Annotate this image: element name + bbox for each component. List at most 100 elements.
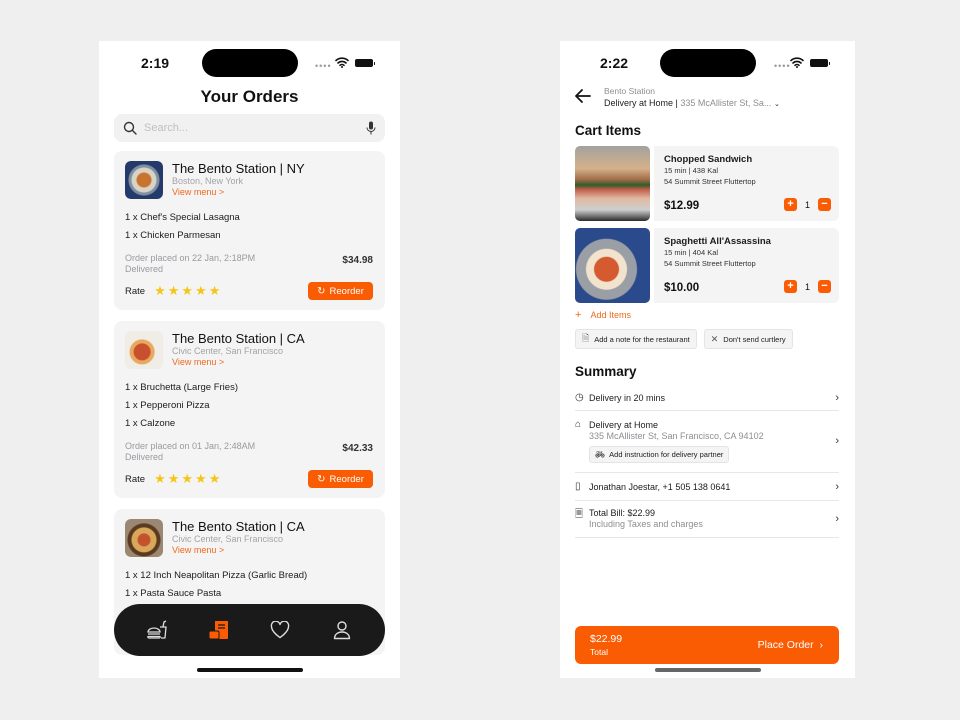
star-icon[interactable]: ★ xyxy=(168,472,180,486)
microphone-icon[interactable] xyxy=(366,121,376,135)
orders-list: The Bento Station | NY Boston, New York … xyxy=(114,151,385,666)
orders-screen: 2:19 •••• Your Orders The Bento Station … xyxy=(99,41,400,678)
phone-icon: ▯ xyxy=(575,481,581,492)
search-input[interactable] xyxy=(144,114,354,142)
wifi-icon xyxy=(790,57,804,68)
summary-row-address[interactable]: ⌂ Delivery at Home 335 McAllister St, Sa… xyxy=(575,411,839,473)
item-price: $10.00 xyxy=(664,282,700,294)
delivery-address: 335 McAllister St, San Francisco, CA 941… xyxy=(589,431,764,441)
chevron-right-icon: › xyxy=(835,512,839,525)
search-icon xyxy=(123,121,137,135)
orders-icon xyxy=(208,621,228,640)
restaurant-name: The Bento Station | CA xyxy=(172,331,305,346)
place-order-button[interactable]: $22.99 Total Place Order › xyxy=(575,626,839,664)
restaurant-thumbnail xyxy=(125,161,163,199)
view-menu-link[interactable]: View menu > xyxy=(172,357,305,368)
order-options: 🗎 Add a note for the restaurant ✕ Don't se… xyxy=(575,329,800,349)
star-icon[interactable]: ★ xyxy=(195,284,207,298)
cutlery-icon: ✕ xyxy=(710,333,719,344)
restaurant-location: Boston, New York xyxy=(172,176,244,186)
star-icon[interactable]: ★ xyxy=(195,472,207,486)
quantity-stepper: + 1 − xyxy=(783,198,831,211)
restaurant-location: Civic Center, San Francisco xyxy=(172,346,284,356)
chevron-down-icon: ⌄ xyxy=(773,101,780,108)
add-items-button[interactable]: + Add Items xyxy=(575,309,631,321)
restaurant-thumbnail xyxy=(125,519,163,557)
cart-list: Chopped Sandwich 15 min | 438 Kal 54 Sum… xyxy=(575,146,839,310)
order-item: 1 x Chicken Parmesan xyxy=(125,230,221,241)
restaurant-name: The Bento Station | CA xyxy=(172,519,305,534)
total-bill: Total Bill: $22.99 xyxy=(589,508,656,518)
place-order-label: Place Order › xyxy=(757,639,823,651)
bill-note: Including Taxes and charges xyxy=(589,519,703,529)
summary-row-bill[interactable]: 🗏 Total Bill: $22.99 Including Taxes and… xyxy=(575,501,839,538)
food-icon xyxy=(147,620,167,639)
star-icon[interactable]: ★ xyxy=(154,472,166,486)
status-time: 2:22 xyxy=(600,55,629,71)
order-total: $42.33 xyxy=(342,443,373,454)
no-cutlery-button[interactable]: ✕ Don't send curtlery xyxy=(703,329,793,349)
home-indicator xyxy=(654,668,761,672)
address-short: 335 McAllister St, Sa... xyxy=(680,98,772,108)
reorder-label: Reorder xyxy=(329,473,364,485)
view-menu-link[interactable]: View menu > xyxy=(172,545,305,556)
back-arrow-icon[interactable] xyxy=(574,88,592,104)
view-menu-link[interactable]: View menu > xyxy=(172,187,305,198)
order-item: 1 x Pepperoni Pizza xyxy=(125,400,210,411)
star-icon[interactable]: ★ xyxy=(181,472,193,486)
order-card: The Bento Station | NY Boston, New York … xyxy=(114,151,385,310)
profile-icon xyxy=(333,621,351,640)
delivery-address-selector[interactable]: Delivery at Home | 335 McAllister St, Sa… xyxy=(604,97,780,111)
summary-title: Summary xyxy=(575,364,637,379)
summary-row-contact[interactable]: ▯ Jonathan Joestar, +1 505 138 0641 › xyxy=(575,473,839,501)
tab-orders[interactable] xyxy=(204,615,234,645)
quantity-value: 1 xyxy=(804,199,810,210)
star-icon[interactable]: ★ xyxy=(209,284,221,298)
no-cutlery-label: Don't send curtlery xyxy=(723,334,786,344)
battery-icon xyxy=(355,59,375,67)
plus-icon: + xyxy=(575,309,582,321)
rating: Rate ★★★★★ xyxy=(125,472,222,486)
add-instruction-label: Add instruction for delivery partner xyxy=(609,450,724,459)
delivery-header[interactable]: Bento Station Delivery at Home | 335 McA… xyxy=(604,86,780,111)
item-meta: 15 min | 438 Kal xyxy=(664,166,719,175)
order-date: Order placed on 01 Jan, 2:48AM xyxy=(125,441,256,451)
tab-favorites[interactable] xyxy=(265,615,295,645)
increment-button[interactable]: + xyxy=(783,280,797,293)
cart-item: Chopped Sandwich 15 min | 438 Kal 54 Sum… xyxy=(575,146,839,221)
increment-button[interactable]: + xyxy=(783,198,797,211)
signal-icon: •••• xyxy=(774,61,791,71)
add-instruction-button[interactable]: 🚲︎ Add instruction for delivery partner xyxy=(589,446,730,463)
reorder-label: Reorder xyxy=(329,285,364,297)
item-name: Chopped Sandwich xyxy=(664,154,753,165)
order-status: Delivered xyxy=(125,264,164,274)
reorder-button[interactable]: ↻Reorder xyxy=(308,282,373,300)
item-meta: 15 min | 404 Kal xyxy=(664,248,719,257)
item-name: Spaghetti All'Assassina xyxy=(664,236,771,247)
order-card: The Bento Station | CA Civic Center, San… xyxy=(114,321,385,498)
order-item: 1 x 12 Inch Neapolitan Pizza (Garlic Bre… xyxy=(125,570,308,581)
summary-row-delivery-time[interactable]: ◷ Delivery in 20 mins › xyxy=(575,385,839,411)
star-icon[interactable]: ★ xyxy=(168,284,180,298)
decrement-button[interactable]: − xyxy=(818,198,831,211)
star-icon[interactable]: ★ xyxy=(181,284,193,298)
chevron-right-icon: › xyxy=(835,391,839,404)
star-icon[interactable]: ★ xyxy=(209,472,221,486)
summary-list: ◷ Delivery in 20 mins › ⌂ Delivery at Ho… xyxy=(575,385,839,538)
delivery-type: Delivery at Home xyxy=(589,420,659,430)
dynamic-island xyxy=(660,49,756,77)
status-time: 2:19 xyxy=(141,55,170,71)
page-title: Your Orders xyxy=(200,87,299,106)
heart-icon xyxy=(271,621,290,639)
decrement-button[interactable]: − xyxy=(818,280,831,293)
cart-items-title: Cart Items xyxy=(575,123,642,138)
add-note-label: Add a note for the restaurant xyxy=(594,334,690,344)
search-bar[interactable] xyxy=(114,114,385,142)
tab-profile[interactable] xyxy=(327,615,357,645)
add-note-button[interactable]: 🗎 Add a note for the restaurant xyxy=(575,329,697,349)
order-item: 1 x Chef's Special Lasagna xyxy=(125,212,240,223)
tab-food[interactable] xyxy=(142,615,172,645)
star-icon[interactable]: ★ xyxy=(154,284,166,298)
delivery-label: Delivery at Home | xyxy=(604,98,678,108)
reorder-button[interactable]: ↻Reorder xyxy=(308,470,373,488)
